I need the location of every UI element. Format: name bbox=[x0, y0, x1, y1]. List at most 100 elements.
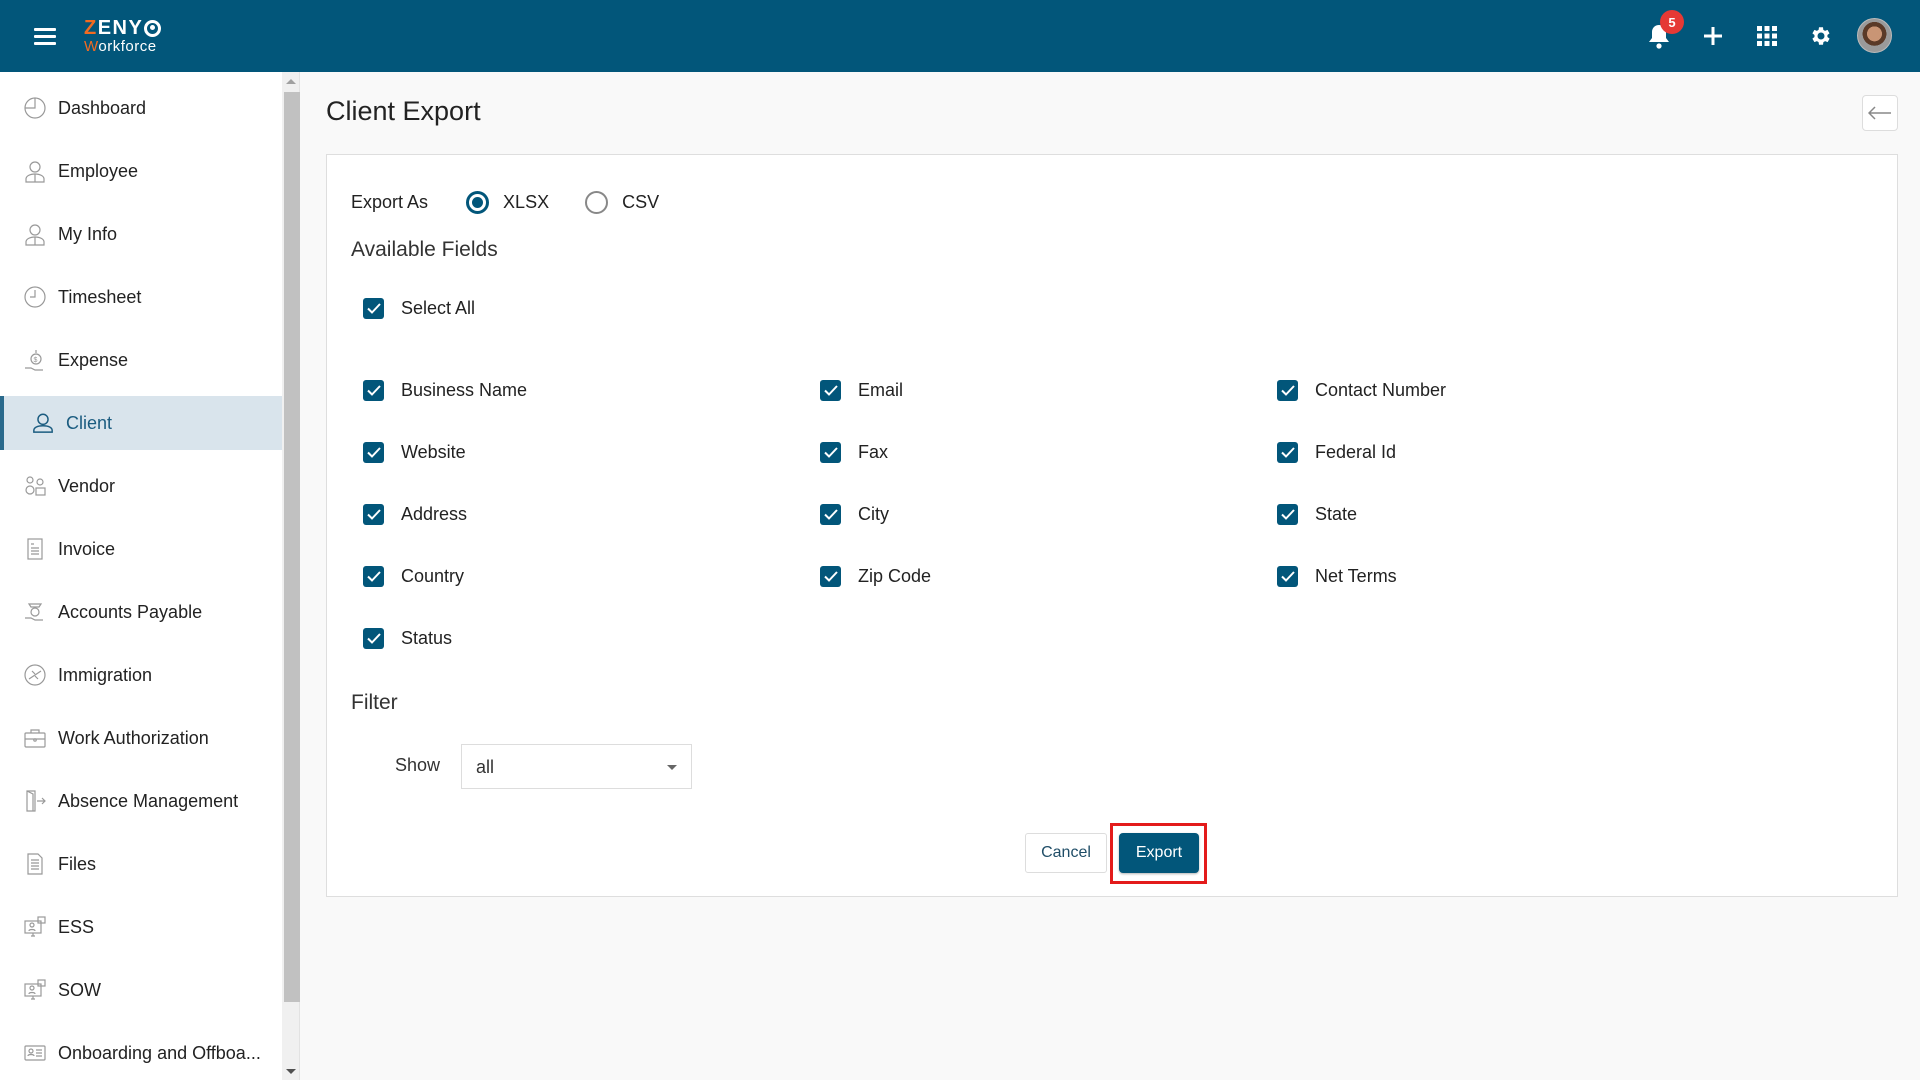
invoice-icon bbox=[22, 536, 48, 562]
checkbox-checked-icon bbox=[363, 628, 384, 649]
scroll-up-arrow-icon[interactable] bbox=[286, 79, 296, 84]
checkbox-checked-icon bbox=[363, 298, 384, 319]
menu-toggle-button[interactable] bbox=[34, 28, 56, 45]
checkbox-country[interactable]: Country bbox=[363, 566, 464, 587]
sidebar-item-employee[interactable]: Employee bbox=[0, 144, 282, 198]
sidebar-item-vendor[interactable]: Vendor bbox=[0, 459, 282, 513]
export-form-card: Export As XLSX CSV Available Fields Sele… bbox=[326, 154, 1898, 897]
briefcase-icon bbox=[22, 725, 48, 751]
sidebar-item-label: My Info bbox=[58, 223, 118, 244]
checkbox-checked-icon bbox=[363, 442, 384, 463]
export-format-group: Export As XLSX CSV bbox=[351, 191, 695, 214]
checkbox-checked-icon bbox=[820, 442, 841, 463]
sidebar-item-label: Timesheet bbox=[58, 286, 142, 307]
logo-text-eny: ENY bbox=[97, 17, 144, 39]
export-button[interactable]: Export bbox=[1119, 833, 1199, 873]
sidebar-item-ess[interactable]: ESS bbox=[0, 900, 282, 954]
checkbox-email[interactable]: Email bbox=[820, 380, 903, 401]
checkbox-checked-icon bbox=[363, 504, 384, 525]
sidebar-item-absence-management[interactable]: Absence Management bbox=[0, 774, 282, 828]
checkbox-select-all[interactable]: Select All bbox=[363, 298, 475, 319]
filter-heading: Filter bbox=[351, 691, 398, 714]
checkbox-checked-icon bbox=[1277, 566, 1298, 587]
checkbox-label: Select All bbox=[401, 298, 476, 318]
user-avatar[interactable] bbox=[1857, 18, 1892, 53]
employee-icon bbox=[22, 158, 48, 184]
sidebar-item-label: Dashboard bbox=[58, 97, 147, 118]
scrollbar-thumb[interactable] bbox=[284, 92, 300, 1002]
logo-wordmark: Z ENY bbox=[84, 17, 162, 39]
add-button[interactable] bbox=[1697, 20, 1729, 52]
show-filter-select[interactable]: all bbox=[461, 744, 692, 789]
sidebar-item-sow[interactable]: SOW bbox=[0, 963, 282, 1017]
checkbox-state[interactable]: State bbox=[1277, 504, 1357, 525]
sidebar-item-label: Work Authorization bbox=[58, 727, 209, 748]
export-button-highlight: Export bbox=[1110, 823, 1207, 884]
sidebar-item-label: Vendor bbox=[58, 475, 116, 496]
hamburger-icon-bar bbox=[34, 28, 56, 31]
checkbox-contact-number[interactable]: Contact Number bbox=[1277, 380, 1446, 401]
sidebar-item-label: Employee bbox=[58, 160, 139, 181]
settings-button[interactable] bbox=[1805, 20, 1837, 52]
checkbox-status[interactable]: Status bbox=[363, 628, 452, 649]
sidebar-scrollbar[interactable] bbox=[282, 72, 300, 1080]
sidebar-item-timesheet[interactable]: Timesheet bbox=[0, 270, 282, 324]
sidebar-item-onboarding-offboarding[interactable]: Onboarding and Offboa... bbox=[0, 1026, 282, 1080]
checkbox-zip-code[interactable]: Zip Code bbox=[820, 566, 931, 587]
expense-icon: $ bbox=[22, 347, 48, 373]
my-info-icon bbox=[22, 221, 48, 247]
page-title: Client Export bbox=[326, 96, 481, 126]
radio-checked-icon bbox=[466, 191, 490, 214]
clock-icon bbox=[22, 284, 48, 310]
checkbox-checked-icon bbox=[1277, 442, 1298, 463]
checkbox-net-terms[interactable]: Net Terms bbox=[1277, 566, 1397, 587]
radio-label: XLSX bbox=[503, 192, 550, 212]
back-button[interactable] bbox=[1862, 95, 1898, 131]
sow-icon bbox=[22, 977, 48, 1003]
checkbox-website[interactable]: Website bbox=[363, 442, 466, 463]
checkbox-business-name[interactable]: Business Name bbox=[363, 380, 527, 401]
dashboard-icon bbox=[22, 95, 48, 121]
checkbox-label: Address bbox=[401, 504, 468, 524]
checkbox-label: City bbox=[858, 504, 889, 524]
checkbox-city[interactable]: City bbox=[820, 504, 889, 525]
checkbox-checked-icon bbox=[363, 380, 384, 401]
notification-count-badge: 5 bbox=[1660, 10, 1684, 34]
radio-csv[interactable]: CSV bbox=[585, 191, 659, 214]
checkbox-label: Email bbox=[858, 380, 904, 400]
file-icon bbox=[22, 851, 48, 877]
checkbox-label: Contact Number bbox=[1315, 380, 1447, 400]
checkbox-fax[interactable]: Fax bbox=[820, 442, 888, 463]
checkbox-address[interactable]: Address bbox=[363, 504, 467, 525]
sidebar-item-label: Accounts Payable bbox=[58, 601, 203, 622]
sidebar-item-work-authorization[interactable]: Work Authorization bbox=[0, 711, 282, 765]
checkbox-label: Federal Id bbox=[1315, 442, 1397, 462]
radio-label: CSV bbox=[622, 192, 660, 212]
checkbox-checked-icon bbox=[820, 504, 841, 525]
checkbox-federal-id[interactable]: Federal Id bbox=[1277, 442, 1396, 463]
sidebar-item-accounts-payable[interactable]: Accounts Payable bbox=[0, 585, 282, 639]
sidebar-item-my-info[interactable]: My Info bbox=[0, 207, 282, 261]
sidebar-item-invoice[interactable]: Invoice bbox=[0, 522, 282, 576]
sidebar-item-dashboard[interactable]: Dashboard bbox=[0, 81, 282, 135]
sidebar-item-label: ESS bbox=[58, 916, 95, 937]
radio-xlsx[interactable]: XLSX bbox=[466, 191, 549, 214]
scroll-down-arrow-icon[interactable] bbox=[286, 1069, 296, 1074]
logo-letter-z: Z bbox=[84, 17, 98, 39]
checkbox-label: Fax bbox=[858, 442, 889, 462]
checkbox-label: Status bbox=[401, 628, 453, 648]
cancel-button[interactable]: Cancel bbox=[1025, 833, 1107, 873]
sidebar-item-files[interactable]: Files bbox=[0, 837, 282, 891]
sidebar-item-label: Immigration bbox=[58, 664, 153, 685]
app-logo[interactable]: Z ENY Workforce bbox=[84, 17, 162, 54]
apps-button[interactable] bbox=[1751, 20, 1783, 52]
checkbox-label: Website bbox=[401, 442, 466, 462]
plus-icon bbox=[1704, 27, 1722, 45]
checkbox-label: Net Terms bbox=[1315, 566, 1397, 586]
sidebar-item-expense[interactable]: $ Expense bbox=[0, 333, 282, 387]
sidebar-item-client[interactable]: Client bbox=[0, 396, 282, 450]
show-label: Show bbox=[395, 755, 441, 775]
sidebar-item-immigration[interactable]: Immigration bbox=[0, 648, 282, 702]
checkbox-checked-icon bbox=[820, 380, 841, 401]
export-as-label: Export As bbox=[351, 192, 429, 212]
